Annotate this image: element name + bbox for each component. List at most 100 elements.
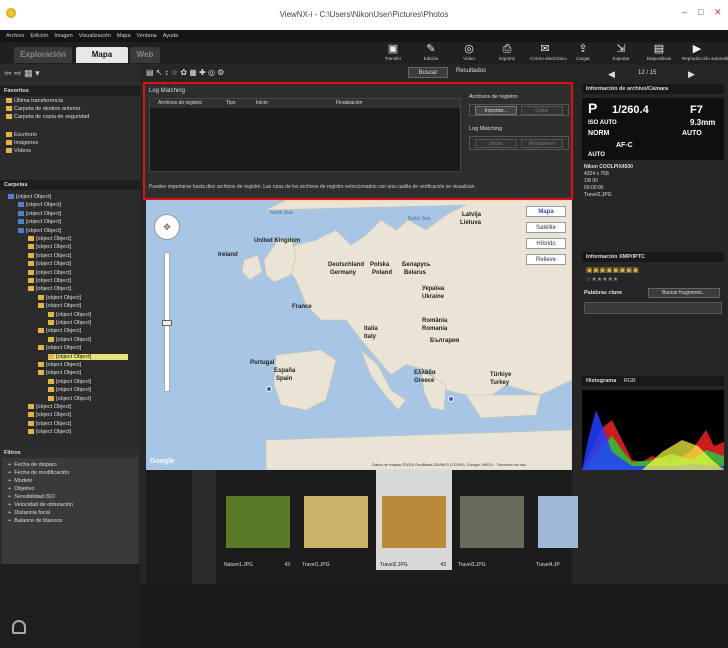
tree-item[interactable]: [object Object] (28, 412, 71, 418)
filters-header[interactable]: Filtros (0, 448, 140, 458)
nav-arrows[interactable]: ⇦ ⇨ ▦ ▾ (4, 68, 40, 79)
next-arrow-icon[interactable]: ▶ (688, 69, 695, 80)
search-button[interactable]: Buscar (408, 67, 448, 78)
tree-item[interactable]: [object Object] (28, 261, 71, 267)
menu-0[interactable]: Archivo (6, 30, 24, 42)
col-end[interactable]: Finalización (336, 100, 362, 106)
tree-item[interactable]: [object Object] (28, 278, 71, 284)
favorites-header[interactable]: Favoritos (0, 86, 140, 96)
filter-item[interactable]: + Fecha de disparo (8, 462, 57, 468)
export-button[interactable]: ⇲ Exportar (606, 42, 636, 64)
map-tools-icons[interactable]: ▤ ↖ ↕ ☆ ✿ ▦ ✚ ◎ ⚙ (146, 68, 224, 77)
print-button[interactable]: ⎙ Imprimir (492, 42, 522, 64)
tree-item[interactable]: [object Object] (48, 396, 91, 402)
favorite-item[interactable]: Carpeta de destino anterior (6, 106, 81, 112)
folders-header[interactable]: Carpetas (0, 180, 140, 190)
col-start[interactable]: Inicio (256, 100, 268, 106)
upload-button[interactable]: ⇪ Cargar (568, 42, 598, 64)
tree-item[interactable]: [object Object] (38, 345, 81, 351)
map-marker-icon[interactable] (266, 386, 272, 392)
thumbnail[interactable]: Travel3.JPG (454, 470, 530, 570)
tree-item[interactable]: [object Object] (18, 219, 61, 225)
thumbnail[interactable]: Nature1.JPG 43 (220, 470, 296, 570)
favorite-item[interactable]: Imágenes (6, 140, 38, 146)
tree-item[interactable]: [object Object] (18, 211, 61, 217)
menu-4[interactable]: Mapa (117, 30, 131, 42)
filter-item[interactable]: + Distancia focal (8, 510, 50, 516)
camera-icon[interactable] (12, 620, 26, 634)
tree-item[interactable]: [object Object] (28, 404, 71, 410)
tree-item[interactable]: [object Object] (48, 353, 128, 360)
tree-item[interactable]: [object Object] (18, 228, 61, 234)
zoom-handle[interactable] (162, 320, 172, 326)
xmp-header[interactable]: Información XMP/IPTC (582, 252, 724, 262)
filter-item[interactable]: + Objetivo (8, 486, 34, 492)
tree-item[interactable]: [object Object] (28, 429, 71, 435)
tree-item[interactable]: [object Object] (38, 370, 81, 376)
tree-item[interactable]: [object Object] (48, 387, 91, 393)
tree-item[interactable]: [object Object] (38, 295, 81, 301)
tree-item[interactable]: [object Object] (28, 253, 71, 259)
slideshow-button[interactable]: ▤ Diapositivas (644, 42, 674, 64)
tree-item[interactable]: [object Object] (28, 421, 71, 427)
caminfo-header[interactable]: Información de archivo/Cámara (582, 84, 724, 94)
tree-item[interactable]: [object Object] (48, 320, 91, 326)
tree-item[interactable]: [object Object] (28, 286, 71, 292)
tree-item[interactable]: [object Object] (38, 362, 81, 368)
tab-web[interactable]: Web (130, 47, 160, 63)
mail-button[interactable]: ✉ Correo electrónico (530, 42, 567, 64)
thumbnail[interactable]: Travel2.JPG 43 (376, 470, 452, 570)
filter-item[interactable]: + Velocidad de obturación (8, 502, 73, 508)
favorite-item[interactable]: Última transferencia (6, 98, 63, 104)
col-files[interactable]: Archivos de registro (158, 100, 202, 106)
tree-item[interactable]: [object Object] (28, 244, 71, 250)
filter-item[interactable]: + Sensibilidad ISO (8, 494, 55, 500)
menu-2[interactable]: Imagen (54, 30, 72, 42)
favorite-item[interactable]: Escritorio (6, 132, 37, 138)
map-type-3[interactable]: Relieve (526, 254, 566, 265)
prev-arrow-icon[interactable]: ◀ (608, 69, 615, 80)
tree-item[interactable]: [object Object] (48, 312, 91, 318)
close-button[interactable]: ✕ (714, 7, 722, 18)
map-marker-icon[interactable] (448, 396, 454, 402)
filter-item[interactable]: + Balance de blancos (8, 518, 62, 524)
autoplay-button[interactable]: ▶ Reproducción automática (682, 42, 728, 64)
map-type-0[interactable]: Mapa (526, 206, 566, 217)
filter-item[interactable]: + Fecha de modificación (8, 470, 69, 476)
menu-5[interactable]: Ventana (137, 30, 157, 42)
transfer-button[interactable]: ▣ Transfer (378, 42, 408, 64)
thumbnail[interactable]: Travel1.JPG (298, 470, 374, 570)
video-button[interactable]: ◎ Vídeo (454, 42, 484, 64)
favorite-item[interactable]: Vídeos (6, 148, 31, 154)
tree-item[interactable]: [object Object] (38, 328, 81, 334)
favorite-item[interactable]: Carpeta de copia de seguridad (6, 114, 89, 120)
label-color-icons[interactable]: ▣▣▣▣▣▣▣▣ (586, 266, 639, 274)
filmstrip-scroll-left[interactable] (192, 470, 216, 584)
col-type[interactable]: Tipo (226, 100, 236, 106)
tree-item[interactable]: [object Object] (28, 236, 71, 242)
edit-button[interactable]: ✎ Edición (416, 42, 446, 64)
start-button[interactable]: Iniciar (475, 139, 517, 148)
rating-stars-icon[interactable]: ☆★★★★★ (586, 276, 618, 283)
menu-1[interactable]: Edición (30, 30, 48, 42)
minimize-button[interactable]: – (682, 7, 687, 17)
map-type-2[interactable]: Híbrido (526, 238, 566, 249)
tree-item[interactable]: [object Object] (28, 270, 71, 276)
histogram-header[interactable]: Histograma RGB (582, 376, 724, 386)
tab-map[interactable]: Mapa (76, 47, 128, 63)
keyword-search-button[interactable]: Buscar fragmento... (648, 288, 720, 298)
map-pan-control[interactable]: ✥ (154, 214, 180, 240)
remove-button[interactable]: Quitar (521, 106, 563, 115)
maximize-button[interactable]: □ (698, 7, 703, 17)
log-table[interactable]: Archivos de registro Tipo Inicio Finaliz… (149, 98, 461, 172)
tab-explore[interactable]: Exploración (14, 47, 72, 63)
keywords-field[interactable] (584, 302, 722, 314)
tree-item[interactable]: [object Object] (38, 303, 81, 309)
import-button[interactable]: Importar... (475, 106, 517, 115)
menu-6[interactable]: Ayuda (163, 30, 179, 42)
map-view[interactable]: ✥ Google Datos de mapas ©2015 GeoBasis-D… (146, 200, 572, 470)
reset-button[interactable]: Restablecer (521, 139, 563, 148)
tree-item[interactable]: [object Object] (48, 337, 91, 343)
map-type-1[interactable]: Satélite (526, 222, 566, 233)
tree-item[interactable]: [object Object] (18, 202, 61, 208)
